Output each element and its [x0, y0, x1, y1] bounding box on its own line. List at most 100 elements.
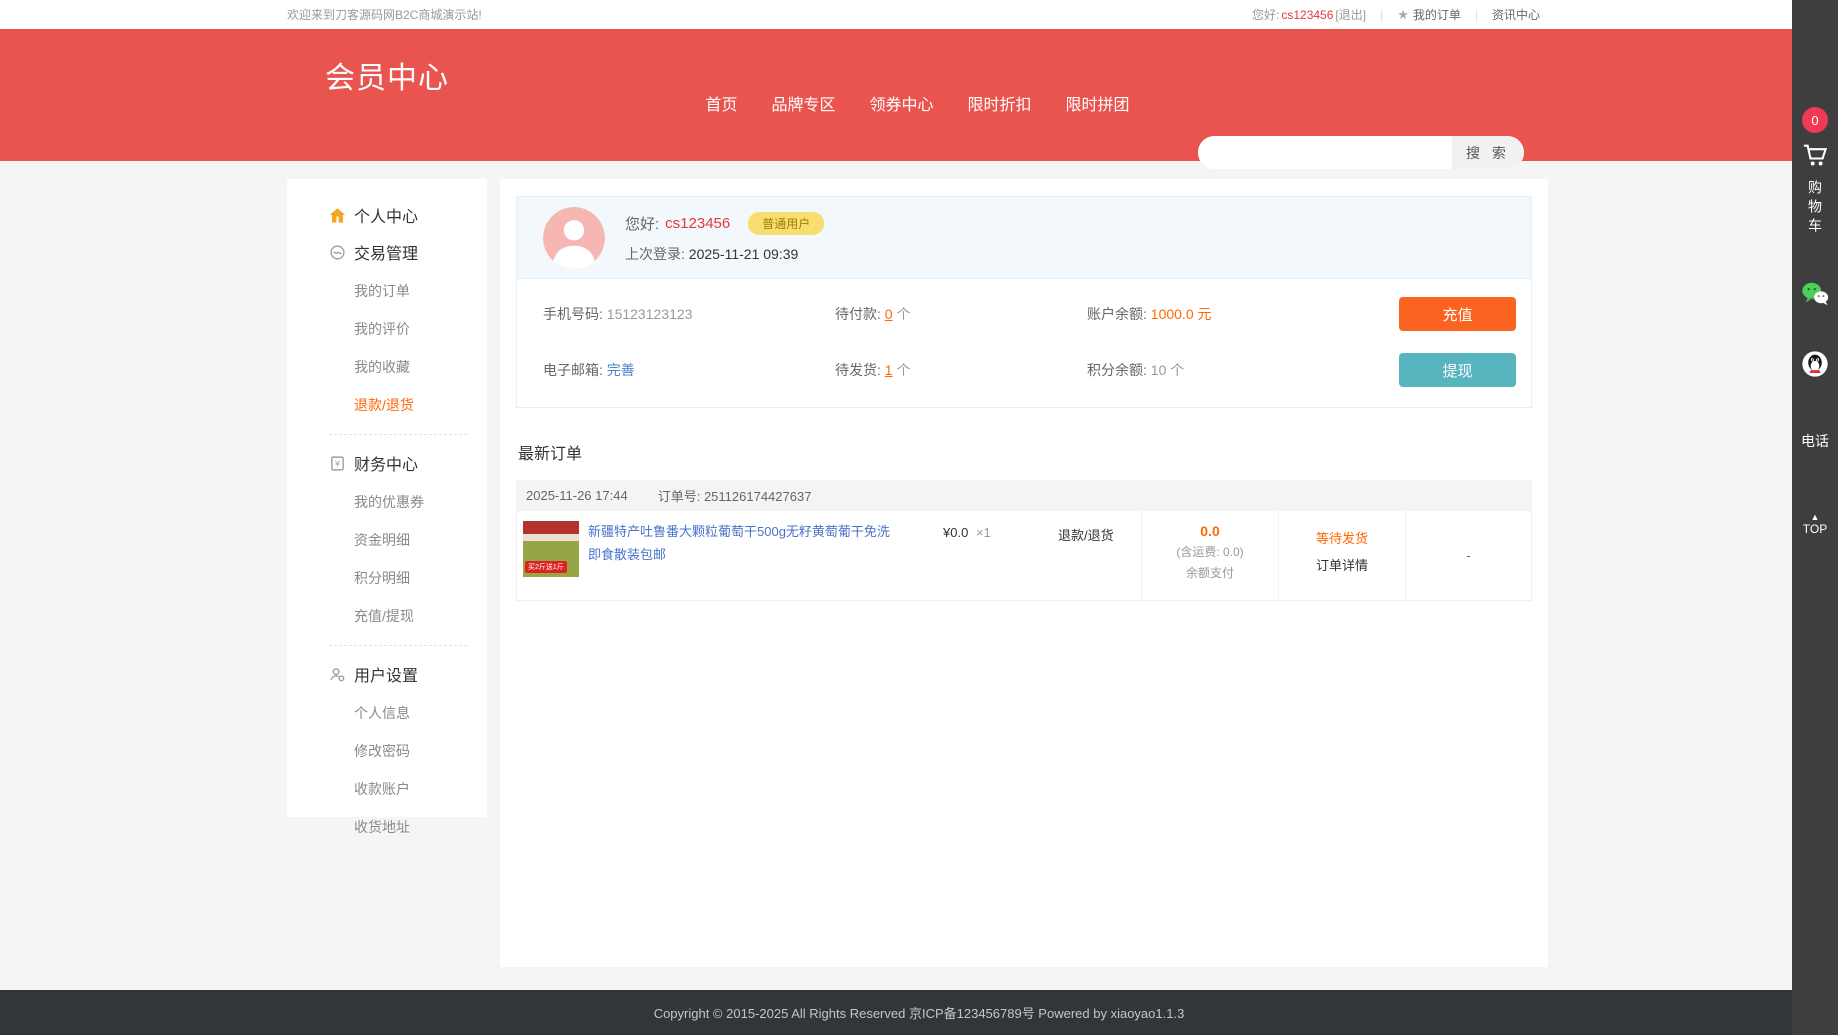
- right-toolbar: 0 购物车 电话 ▲ TOP: [1792, 0, 1838, 1035]
- cart-icon[interactable]: [1800, 141, 1830, 174]
- sidebar-item-my-favorites[interactable]: 我的收藏: [354, 348, 487, 386]
- order-date: 2025-11-26 17:44: [526, 488, 628, 503]
- nav-flash-discount[interactable]: 限时折扣: [968, 91, 1032, 115]
- topbar-right: 您好:cs123456[退出] | ★ 我的订单 | 资讯中心: [1252, 6, 1540, 23]
- sidebar-section-trade[interactable]: 交易管理: [329, 240, 487, 264]
- sidebar-section-finance[interactable]: ¥ 财务中心: [329, 451, 487, 475]
- sidebar-item-points-details[interactable]: 积分明细: [354, 559, 487, 597]
- profile-box: 您好: cs123456 普通用户 上次登录: 2025-11-21 09:39…: [516, 196, 1532, 408]
- wechat-icon[interactable]: [1800, 279, 1830, 309]
- shipping-note: (含运费: 0.0): [1142, 543, 1278, 560]
- order-extra-cell: -: [1405, 511, 1531, 600]
- sidebar-label: 财务中心: [354, 451, 418, 475]
- email-label: 电子邮箱:: [543, 362, 603, 378]
- qq-icon[interactable]: [1800, 349, 1830, 379]
- logout-link[interactable]: [退出]: [1335, 8, 1366, 22]
- points-label: 积分余额:: [1087, 362, 1147, 378]
- star-icon: ★: [1397, 7, 1409, 23]
- profile-header: 您好: cs123456 普通用户 上次登录: 2025-11-21 09:39: [517, 197, 1531, 279]
- site-header: 会员中心 首页 品牌专区 领券中心 限时折扣 限时拼团 搜 索: [0, 29, 1838, 161]
- divider: |: [1475, 8, 1478, 22]
- sidebar-section-settings[interactable]: 用户设置: [329, 662, 487, 686]
- home-icon: [329, 207, 346, 224]
- recharge-cell: 充值: [1399, 297, 1516, 331]
- product-quantity: ×1: [976, 525, 991, 540]
- pending-payment-count-link[interactable]: 0: [885, 306, 893, 322]
- nav-coupon-center[interactable]: 领券中心: [869, 91, 933, 115]
- divider: |: [1380, 8, 1383, 22]
- sidebar-item-shipping-address[interactable]: 收货地址: [354, 808, 487, 846]
- sidebar-item-my-coupons[interactable]: 我的优惠券: [354, 483, 487, 521]
- order-status-cell: 等待发货 订单详情: [1278, 511, 1405, 600]
- trade-icon: [329, 244, 346, 261]
- divider: [329, 434, 467, 435]
- pending-payment-unit: 个: [896, 306, 910, 322]
- topbar-username: cs123456: [1281, 8, 1333, 22]
- phone-label: 手机号码:: [543, 306, 603, 322]
- last-login-value: 2025-11-21 09:39: [689, 246, 799, 262]
- nav-group-buy[interactable]: 限时拼团: [1066, 91, 1130, 115]
- pending-payment-label: 待付款:: [835, 306, 881, 322]
- order-detail-link[interactable]: 订单详情: [1279, 555, 1405, 574]
- back-to-top-button[interactable]: ▲ TOP: [1803, 513, 1827, 536]
- topbar-my-orders-link[interactable]: ★ 我的订单: [1397, 6, 1461, 23]
- recharge-button[interactable]: 充值: [1399, 297, 1516, 331]
- greeting-block: 您好: cs123456 普通用户 上次登录: 2025-11-21 09:39: [625, 212, 824, 264]
- sidebar-item-my-orders[interactable]: 我的订单: [354, 272, 487, 310]
- profile-username: cs123456: [665, 215, 730, 232]
- topbar: 欢迎来到刀客源码网B2C商城演示站! 您好:cs123456[退出] | ★ 我…: [0, 0, 1838, 29]
- member-content: 您好: cs123456 普通用户 上次登录: 2025-11-21 09:39…: [500, 179, 1548, 967]
- greeting-label: 您好:: [1252, 8, 1279, 22]
- search-box: 搜 索: [1198, 136, 1524, 169]
- last-login-label: 上次登录:: [625, 246, 685, 262]
- finance-items: 我的优惠券 资金明细 积分明细 充值/提现: [354, 483, 487, 635]
- sidebar-item-payment-account[interactable]: 收款账户: [354, 770, 487, 808]
- nav-home[interactable]: 首页: [705, 91, 737, 115]
- pending-shipment-field: 待发货: 1 个: [835, 360, 1087, 380]
- email-complete-link[interactable]: 完善: [607, 362, 635, 378]
- product-title-link[interactable]: 新疆特产吐鲁番大颗粒葡萄干500g无籽黄萄葡干免洗即食散装包邮: [588, 521, 898, 567]
- points-field: 积分余额: 10 个: [1087, 360, 1399, 380]
- topbar-news-link[interactable]: 资讯中心: [1492, 6, 1540, 23]
- my-orders-label: 我的订单: [1413, 6, 1461, 23]
- search-input[interactable]: [1198, 136, 1452, 169]
- sidebar-label: 用户设置: [354, 662, 418, 686]
- sidebar-item-refund-return[interactable]: 退款/退货: [354, 386, 487, 424]
- sidebar-item-fund-details[interactable]: 资金明细: [354, 521, 487, 559]
- search-button[interactable]: 搜 索: [1452, 136, 1524, 169]
- phone-value: 15123123123: [607, 306, 693, 322]
- order-total: 0.0: [1142, 523, 1278, 539]
- cart-label[interactable]: 购物车: [1805, 180, 1825, 237]
- withdraw-button[interactable]: 提现: [1399, 353, 1516, 387]
- main-area: 个人中心 交易管理 我的订单 我的评价 我的收藏 退款/退货 ¥ 财务中心 我的…: [287, 161, 1548, 967]
- svg-text:¥: ¥: [334, 458, 340, 468]
- user-settings-icon: [329, 666, 346, 683]
- account-summary: 手机号码: 15123123123 待付款: 0 个 账户余额: 1000.0 …: [517, 279, 1531, 407]
- sidebar-item-recharge-withdraw[interactable]: 充值/提现: [354, 597, 487, 635]
- order-number: 订单号: 251126174427637: [658, 486, 812, 505]
- sidebar-item-change-password[interactable]: 修改密码: [354, 732, 487, 770]
- product-image[interactable]: 买2斤送1斤: [523, 521, 579, 577]
- order-header-row: 2025-11-26 17:44 订单号: 251126174427637: [516, 480, 1532, 511]
- copyright-text: Copyright © 2015-2025 All Rights Reserve…: [654, 1003, 1185, 1022]
- sidebar-item-personal-center[interactable]: 个人中心: [329, 203, 487, 227]
- product-image-badge: 买2斤送1斤: [525, 561, 567, 573]
- order-product-cell: 买2斤送1斤 新疆特产吐鲁番大颗粒葡萄干500g无籽黄萄葡干免洗即食散装包邮 ¥…: [517, 511, 1141, 600]
- refund-return-link[interactable]: 退款/退货: [1058, 521, 1114, 544]
- payment-method: 余额支付: [1142, 564, 1278, 581]
- withdraw-cell: 提现: [1399, 353, 1516, 387]
- footer: Copyright © 2015-2025 All Rights Reserve…: [0, 990, 1838, 1035]
- pending-shipment-unit: 个: [896, 362, 910, 378]
- greeting-label: 您好:: [625, 213, 659, 234]
- balance-field: 账户余额: 1000.0 元: [1087, 304, 1399, 324]
- balance-label: 账户余额:: [1087, 306, 1147, 322]
- avatar: [543, 207, 605, 269]
- order-number-value: 251126174427637: [704, 489, 812, 504]
- sidebar-item-personal-info[interactable]: 个人信息: [354, 694, 487, 732]
- nav-brand-zone[interactable]: 品牌专区: [771, 91, 835, 115]
- pending-shipment-count-link[interactable]: 1: [885, 362, 893, 378]
- trade-items: 我的订单 我的评价 我的收藏 退款/退货: [354, 272, 487, 424]
- phone-contact-label[interactable]: 电话: [1801, 431, 1829, 451]
- sidebar-item-my-reviews[interactable]: 我的评价: [354, 310, 487, 348]
- main-nav: 首页 品牌专区 领券中心 限时折扣 限时拼团: [287, 91, 1548, 115]
